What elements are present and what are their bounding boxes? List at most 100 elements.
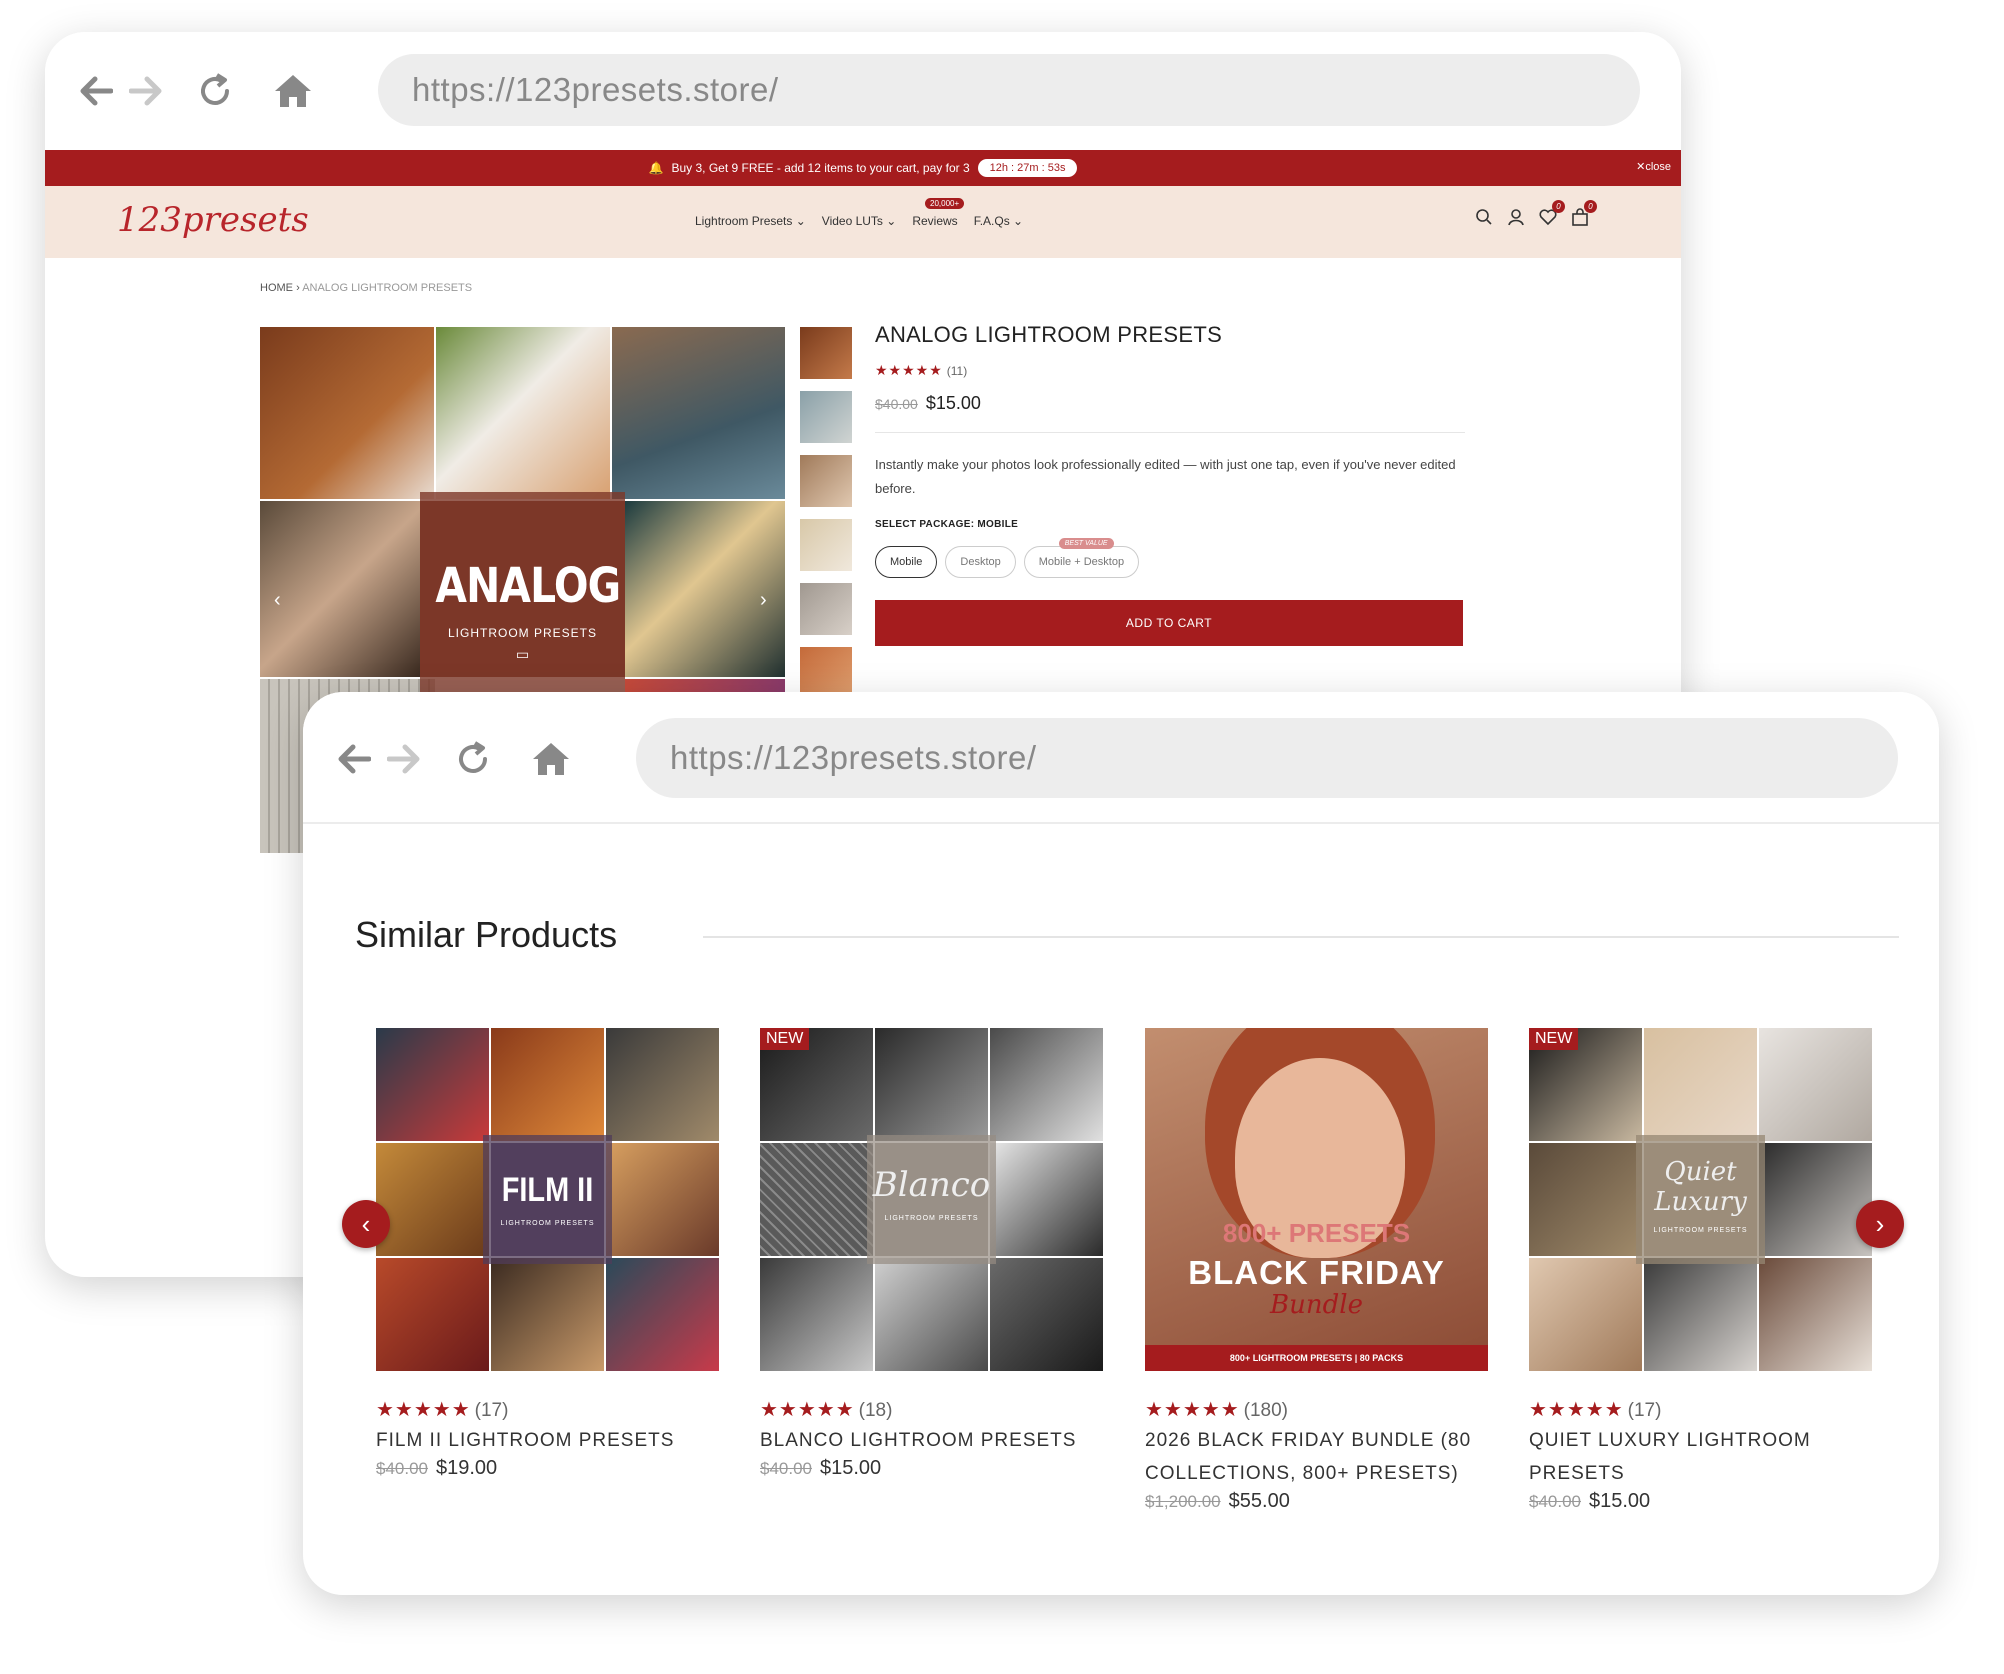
heading-divider	[703, 936, 1899, 938]
wishlist-icon[interactable]: 0	[1539, 200, 1565, 228]
product-card-image[interactable]: NEW Blanco LIGHTROOM PRESETS	[760, 1028, 1103, 1371]
product-card-rating: ★★★★★ (180)	[1145, 1399, 1289, 1421]
gallery-overlay: ANALOG LIGHTROOM PRESETS ▭	[420, 492, 625, 702]
package-mobile-desktop[interactable]: BEST VALUE Mobile + Desktop	[1023, 538, 1140, 578]
cart-count: 0	[1584, 200, 1597, 213]
product-card-price: $40.00 $15.00	[1529, 1490, 1651, 1512]
product-card-rating: ★★★★★ (18)	[760, 1399, 893, 1421]
site-header: 123presets Lightroom Presets ⌄ Video LUT…	[45, 186, 1681, 258]
card-overlay: FILM II LIGHTROOM PRESETS	[483, 1135, 612, 1264]
star-rating-icon: ★★★★★	[1529, 1399, 1624, 1421]
browser-window-similar: https://123presets.store/ Similar Produc…	[303, 692, 1939, 1595]
back-arrow-icon[interactable]	[73, 68, 119, 114]
product-price: $40.00 $15.00	[875, 393, 1465, 433]
promo-text: Buy 3, Get 9 FREE - add 12 items to your…	[671, 161, 970, 175]
reload-icon[interactable]	[192, 68, 238, 114]
product-card-title[interactable]: QUIET LUXURY LIGHTROOM PRESETS	[1529, 1424, 1872, 1490]
countdown-timer: 12h : 27m : 53s	[977, 159, 1078, 177]
thumbnail[interactable]	[800, 327, 852, 379]
forward-arrow-icon[interactable]	[123, 68, 169, 114]
star-rating-icon: ★★★★★	[376, 1399, 471, 1421]
gallery-photo	[436, 327, 610, 499]
product-card[interactable]: FILM II LIGHTROOM PRESETS ★★★★★ (17) FILM…	[376, 1028, 719, 1480]
reviews-badge: 20,000+	[925, 198, 965, 209]
bell-icon: 🔔	[648, 161, 664, 175]
product-card-title[interactable]: 2026 BLACK FRIDAY BUNDLE (80 COLLECTIONS…	[1145, 1424, 1488, 1490]
account-icon[interactable]	[1507, 208, 1527, 228]
new-badge: NEW	[1529, 1028, 1579, 1050]
gallery-overlay-subtitle: LIGHTROOM PRESETS	[447, 626, 598, 640]
carousel-next-button[interactable]: ›	[1856, 1200, 1904, 1248]
menu-item-lightroom-presets[interactable]: Lightroom Presets ⌄	[695, 214, 806, 228]
thumbnail[interactable]	[800, 519, 852, 571]
gallery-photo	[260, 501, 420, 677]
carousel-prev-button[interactable]: ‹	[342, 1200, 390, 1248]
main-menu: Lightroom Presets ⌄ Video LUTs ⌄ Reviews…	[695, 198, 1023, 228]
product-card[interactable]: NEW Blanco LIGHTROOM PRESETS ★★★★★ (18) B…	[760, 1028, 1103, 1480]
new-badge: NEW	[760, 1028, 810, 1050]
menu-item-reviews[interactable]: Reviews	[912, 214, 957, 228]
package-label: SELECT PACKAGE: MOBILE	[875, 519, 1019, 530]
product-title: ANALOG LIGHTROOM PRESETS	[875, 322, 1223, 347]
package-mobile[interactable]: Mobile	[875, 546, 938, 578]
gallery-overlay-title: ANALOG	[435, 558, 621, 614]
star-rating-icon: ★★★★★	[875, 362, 943, 378]
similar-products-heading: Similar Products	[355, 914, 618, 955]
product-card-title[interactable]: BLANCO LIGHTROOM PRESETS	[760, 1424, 1103, 1457]
chevron-right-icon: ›	[1875, 1208, 1885, 1239]
breadcrumb: HOME › ANALOG LIGHTROOM PRESETS	[260, 282, 473, 294]
wishlist-count: 0	[1552, 200, 1565, 213]
thumbnail[interactable]	[800, 455, 852, 507]
menu-item-faqs[interactable]: F.A.Qs ⌄	[974, 214, 1023, 228]
cart-icon[interactable]: 0	[1571, 200, 1597, 228]
forward-arrow-icon[interactable]	[381, 736, 427, 782]
package-options: Mobile Desktop BEST VALUE Mobile + Deskto…	[875, 538, 1465, 578]
home-icon[interactable]	[270, 68, 316, 114]
gallery-next-icon[interactable]: ›	[760, 589, 767, 612]
chevron-left-icon: ‹	[361, 1208, 371, 1239]
gallery-photo	[612, 327, 785, 499]
star-rating-icon: ★★★★★	[1145, 1399, 1240, 1421]
product-card[interactable]: NEW Quiet Luxury LIGHTROOM PRESETS ★★★★★…	[1529, 1028, 1872, 1513]
review-count: (11)	[946, 364, 968, 378]
old-price: $40.00	[875, 396, 918, 412]
add-to-cart-button[interactable]: ADD TO CART	[875, 600, 1463, 646]
address-bar[interactable]: https://123presets.store/	[636, 718, 1898, 798]
product-card[interactable]: 800+ PRESETS BLACK FRIDAY Bundle 800+ LI…	[1145, 1028, 1488, 1513]
product-card-image[interactable]: 800+ PRESETS BLACK FRIDAY Bundle 800+ LI…	[1145, 1028, 1488, 1371]
card-overlay: Blanco LIGHTROOM PRESETS	[867, 1135, 996, 1264]
site-logo[interactable]: 123presets	[117, 200, 309, 240]
product-card-rating: ★★★★★ (17)	[376, 1399, 509, 1421]
breadcrumb-home[interactable]: HOME	[260, 282, 293, 294]
promo-bar: 🔔 Buy 3, Get 9 FREE - add 12 items to yo…	[45, 150, 1681, 186]
menu-item-video-luts[interactable]: Video LUTs ⌄	[822, 214, 897, 228]
back-arrow-icon[interactable]	[331, 736, 377, 782]
product-card-image[interactable]: NEW Quiet Luxury LIGHTROOM PRESETS	[1529, 1028, 1872, 1371]
search-icon[interactable]	[1475, 208, 1495, 228]
home-icon[interactable]	[528, 736, 574, 782]
product-description: Instantly make your photos look professi…	[875, 457, 1456, 496]
best-value-badge: BEST VALUE	[1058, 538, 1114, 549]
devices-icon: ▭	[515, 646, 530, 662]
header-icons: 0 0	[1475, 200, 1597, 228]
thumbnail[interactable]	[800, 583, 852, 635]
breadcrumb-current: ANALOG LIGHTROOM PRESETS	[302, 282, 473, 294]
gallery-prev-icon[interactable]: ‹	[274, 589, 281, 612]
package-desktop[interactable]: Desktop	[945, 546, 1016, 578]
product-info: ANALOG LIGHTROOM PRESETS ★★★★★ (11) $40.0…	[875, 322, 1465, 646]
address-bar[interactable]: https://123presets.store/	[378, 54, 1640, 126]
promo-close[interactable]: ✕close	[1636, 160, 1671, 173]
thumbnail[interactable]	[800, 391, 852, 443]
product-card-title[interactable]: FILM II LIGHTROOM PRESETS	[376, 1424, 719, 1457]
sale-price: $15.00	[925, 393, 981, 413]
gallery-thumbnails	[800, 327, 852, 711]
product-card-price: $40.00 $19.00	[376, 1457, 498, 1479]
product-card-image[interactable]: FILM II LIGHTROOM PRESETS	[376, 1028, 719, 1371]
reload-icon[interactable]	[450, 736, 496, 782]
card-overlay: Quiet Luxury LIGHTROOM PRESETS	[1636, 1135, 1765, 1264]
gallery-photo	[260, 327, 434, 499]
product-card-price: $40.00 $15.00	[760, 1457, 882, 1479]
product-card-rating: ★★★★★ (17)	[1529, 1399, 1662, 1421]
product-rating[interactable]: ★★★★★ (11)	[875, 362, 1465, 379]
star-rating-icon: ★★★★★	[760, 1399, 855, 1421]
